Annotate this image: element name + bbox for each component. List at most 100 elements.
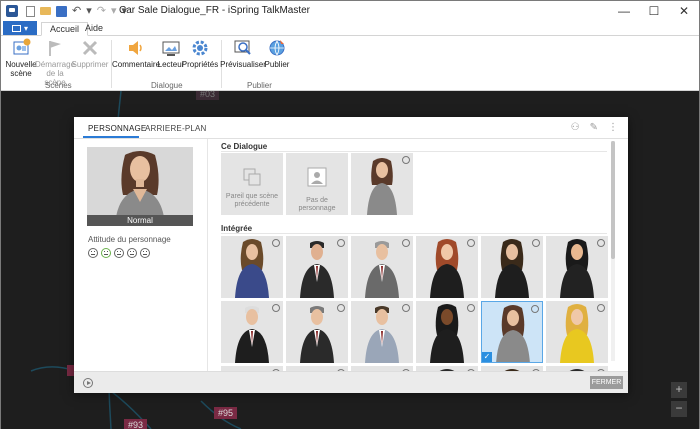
attitude-smiley-icon[interactable]	[467, 304, 475, 312]
player-button[interactable]: Lecteur	[158, 38, 184, 69]
delete-x-icon	[80, 38, 100, 58]
scrollbar-thumb[interactable]	[611, 141, 615, 259]
minimize-button[interactable]: —	[609, 1, 639, 21]
maximize-button[interactable]: ☐	[639, 1, 669, 21]
character-tile[interactable]	[221, 301, 283, 363]
publish-globe-icon	[267, 38, 287, 58]
app-window: ↶ ▾ ↷ ▾ ▾ Car Sale Dialogue_FR - iSpring…	[0, 0, 700, 429]
section-divider	[221, 233, 607, 234]
scene-node-label[interactable]: #95	[214, 407, 238, 419]
undo-icon[interactable]: ↶	[72, 5, 81, 17]
upset-face-icon[interactable]	[140, 248, 150, 258]
library-scrollbar[interactable]	[611, 141, 615, 361]
redo-icon[interactable]: ↷	[97, 5, 106, 17]
tab-arriere-plan[interactable]: ARRIERE-PLAN	[145, 124, 207, 133]
attitude-smiley-icon[interactable]	[272, 239, 280, 247]
no-person-icon	[307, 167, 327, 187]
happy-face-icon[interactable]	[88, 248, 98, 258]
ribbon: Nouvelle scène Démarrage de la scène Sup…	[1, 36, 699, 91]
new-scene-label: Nouvelle scène	[5, 60, 37, 78]
comment-button[interactable]: Commentaire	[112, 38, 160, 69]
edit-pencil-icon[interactable]: ✎	[590, 122, 598, 133]
new-scene-button[interactable]: Nouvelle scène	[5, 38, 37, 78]
character-tile[interactable]	[416, 236, 478, 298]
gear-icon	[190, 38, 210, 58]
flag-icon	[45, 38, 65, 58]
window-controls: — ☐ ✕	[609, 1, 699, 21]
ribbon-tabs: ▾ Accueil Aide	[1, 21, 699, 36]
section-divider	[221, 151, 607, 152]
open-folder-icon[interactable]	[40, 7, 51, 15]
character-tile[interactable]	[286, 301, 348, 363]
scene-node-label[interactable]: #93	[124, 419, 148, 429]
properties-label: Propriétés	[181, 60, 219, 69]
attitude-label: Attitude du personnage	[88, 235, 171, 244]
character-tile[interactable]	[286, 236, 348, 298]
section-integree: Intégrée	[221, 224, 253, 233]
attitude-smiley-icon[interactable]	[402, 239, 410, 247]
selected-check-icon: ✓	[482, 352, 492, 362]
character-tile[interactable]	[481, 236, 543, 298]
chevron-down-icon: ▾	[23, 23, 28, 33]
window-title: Car Sale Dialogue_FR - iSpring TalkMaste…	[119, 5, 311, 16]
undo-dropdown-icon[interactable]: ▾	[86, 5, 92, 17]
attitude-smiley-icon[interactable]	[532, 239, 540, 247]
scene-node-label[interactable]: #03	[196, 91, 220, 100]
more-menu-icon[interactable]: ⋮	[608, 122, 618, 133]
publish-button[interactable]: Publier	[264, 38, 290, 69]
same-as-previous-caption: Pareil que scène précédente	[225, 193, 279, 208]
character-tile[interactable]	[351, 301, 413, 363]
delete-label: Supprimer	[71, 60, 109, 69]
redo-dropdown-icon[interactable]: ▾	[111, 5, 117, 17]
properties-button[interactable]: Propriétés	[181, 38, 219, 69]
attitude-smiley-icon[interactable]	[272, 304, 280, 312]
zoom-out-button[interactable]: −	[671, 401, 687, 417]
character-tile[interactable]	[416, 301, 478, 363]
zoom-in-button[interactable]: +	[671, 382, 687, 398]
angry-face-icon[interactable]	[127, 248, 137, 258]
delete-button[interactable]: Supprimer	[71, 38, 109, 69]
save-icon[interactable]	[56, 5, 67, 17]
attitude-smiley-icon[interactable]	[467, 239, 475, 247]
play-icon[interactable]	[83, 378, 93, 388]
attitude-smiley-icon[interactable]	[337, 304, 345, 312]
start-scene-button[interactable]: Démarrage de la scène	[35, 38, 75, 87]
tab-aide[interactable]: Aide	[77, 22, 111, 36]
normal-face-icon[interactable]	[101, 248, 111, 258]
character-tile[interactable]	[546, 301, 608, 363]
dialog-footer: FERMER	[74, 371, 628, 393]
tab-personnage[interactable]: PERSONNAGE	[88, 124, 146, 133]
attitude-smiley-icon[interactable]	[337, 239, 345, 247]
publish-label: Publier	[264, 60, 290, 69]
attitude-caption: Normal	[87, 215, 193, 226]
same-as-previous-tile[interactable]: Pareil que scène précédente	[221, 153, 283, 215]
current-character-tile[interactable]	[351, 153, 413, 215]
new-scene-icon	[11, 38, 31, 58]
attitude-smiley-icon[interactable]	[597, 239, 605, 247]
attitude-smiley-icon[interactable]	[597, 304, 605, 312]
file-menu-button[interactable]: ▾	[3, 21, 37, 35]
copy-icon	[243, 168, 261, 186]
group-label-scenes: Scènes	[45, 81, 72, 90]
player-icon	[161, 38, 181, 58]
add-character-icon[interactable]: ⚇	[571, 122, 580, 133]
group-label-dialogue: Dialogue	[151, 81, 183, 90]
file-menu-icon	[11, 24, 21, 32]
no-character-tile[interactable]: Pas de personnage	[286, 153, 348, 215]
character-tile[interactable]	[546, 236, 608, 298]
attitude-smiley-icon[interactable]	[402, 156, 410, 164]
close-window-button[interactable]: ✕	[669, 1, 699, 21]
dialog-tools: ⚇ ✎ ⋮	[571, 122, 618, 133]
character-tile[interactable]	[351, 236, 413, 298]
title-bar: ↶ ▾ ↷ ▾ ▾ Car Sale Dialogue_FR - iSpring…	[1, 1, 699, 21]
character-tile[interactable]: ✓	[481, 301, 543, 363]
new-file-icon[interactable]	[26, 5, 35, 17]
preview-label: Prévisualiser	[220, 60, 266, 69]
attitude-smiley-icon[interactable]	[402, 304, 410, 312]
close-button[interactable]: FERMER	[590, 376, 623, 389]
attitude-smiley-icon[interactable]	[531, 305, 539, 313]
preview-button[interactable]: Prévisualiser	[220, 38, 266, 69]
character-tile[interactable]	[221, 236, 283, 298]
sad-face-icon[interactable]	[114, 248, 124, 258]
character-preview-panel: Normal Attitude du personnage	[74, 139, 208, 371]
